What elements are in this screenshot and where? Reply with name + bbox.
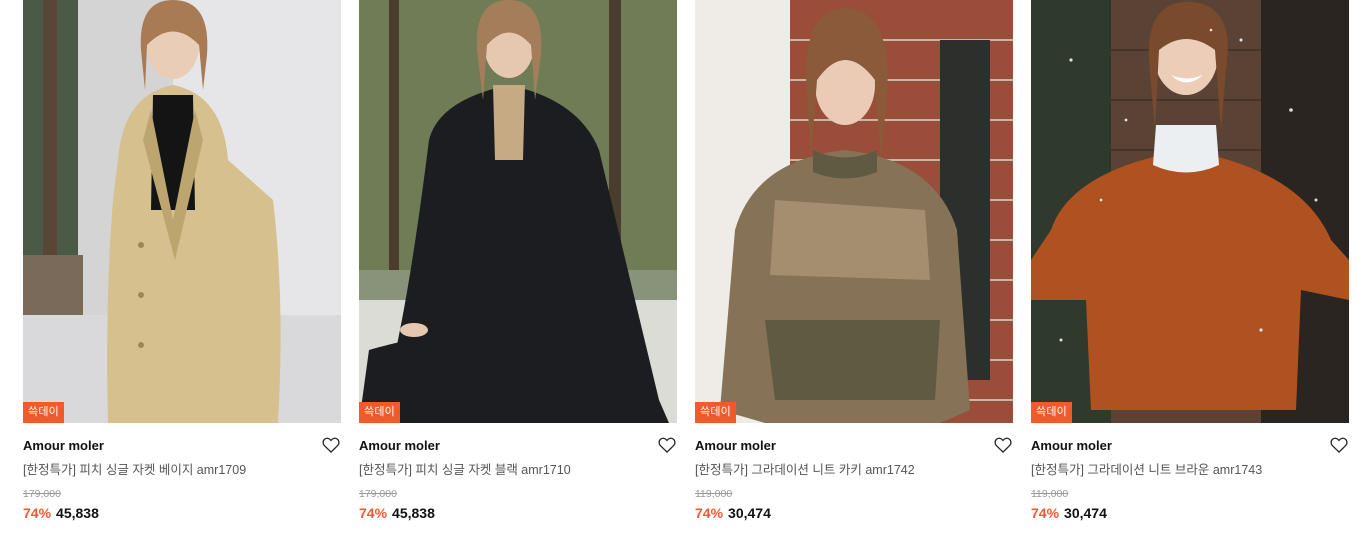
promo-badge: 쓱데이 bbox=[23, 402, 64, 423]
product-card[interactable]: 쓱데이 Amour moler [한정특가] 피치 싱글 자켓 블랙 amr17… bbox=[359, 0, 677, 533]
brand-name[interactable]: Amour moler bbox=[23, 438, 104, 453]
product-photo bbox=[1031, 0, 1349, 423]
promo-badge: 쓱데이 bbox=[695, 402, 736, 423]
brand-name[interactable]: Amour moler bbox=[359, 438, 440, 453]
product-image[interactable]: 쓱데이 bbox=[359, 0, 677, 423]
brand-row: Amour moler bbox=[23, 435, 341, 457]
discount-rate: 74% bbox=[359, 505, 388, 521]
product-grid: 쓱데이 Amour moler [한정특가] 피치 싱글 자켓 베이지 amr1… bbox=[0, 0, 1358, 533]
original-price: 179,000 bbox=[359, 488, 397, 500]
price-row: 74% 30,474 bbox=[1031, 505, 1349, 521]
discount-rate: 74% bbox=[1031, 505, 1060, 521]
product-photo bbox=[23, 0, 341, 423]
price-row: 74% 45,838 bbox=[359, 505, 677, 521]
product-image[interactable]: 쓱데이 bbox=[1031, 0, 1349, 423]
discount-rate: 74% bbox=[23, 505, 52, 521]
product-title[interactable]: [한정특가] 피치 싱글 자켓 블랙 amr1710 bbox=[359, 459, 677, 478]
discount-rate: 74% bbox=[695, 505, 724, 521]
product-title[interactable]: [한정특가] 그라데이션 니트 브라운 amr1743 bbox=[1031, 459, 1349, 478]
brand-name[interactable]: Amour moler bbox=[1031, 438, 1112, 453]
original-price: 179,000 bbox=[23, 488, 61, 500]
brand-row: Amour moler bbox=[695, 435, 1013, 457]
brand-row: Amour moler bbox=[359, 435, 677, 457]
product-photo bbox=[359, 0, 677, 423]
product-image[interactable]: 쓱데이 bbox=[23, 0, 341, 423]
sale-price: 45,838 bbox=[56, 505, 99, 521]
heart-outline-icon[interactable] bbox=[321, 435, 341, 455]
sale-price: 30,474 bbox=[1064, 505, 1107, 521]
product-title[interactable]: [한정특가] 그라데이션 니트 카키 amr1742 bbox=[695, 459, 1013, 478]
price-row: 74% 30,474 bbox=[695, 505, 1013, 521]
product-title[interactable]: [한정특가] 피치 싱글 자켓 베이지 amr1709 bbox=[23, 459, 341, 478]
product-image[interactable]: 쓱데이 bbox=[695, 0, 1013, 423]
promo-badge: 쓱데이 bbox=[359, 402, 400, 423]
product-card[interactable]: 쓱데이 Amour moler [한정특가] 그라데이션 니트 브라운 amr1… bbox=[1031, 0, 1349, 533]
original-price: 119,000 bbox=[1031, 488, 1069, 500]
heart-outline-icon[interactable] bbox=[1329, 435, 1349, 455]
heart-outline-icon[interactable] bbox=[993, 435, 1013, 455]
price-row: 74% 45,838 bbox=[23, 505, 341, 521]
product-card[interactable]: 쓱데이 Amour moler [한정특가] 피치 싱글 자켓 베이지 amr1… bbox=[23, 0, 341, 533]
promo-badge: 쓱데이 bbox=[1031, 402, 1072, 423]
brand-name[interactable]: Amour moler bbox=[695, 438, 776, 453]
heart-outline-icon[interactable] bbox=[657, 435, 677, 455]
product-card[interactable]: 쓱데이 Amour moler [한정특가] 그라데이션 니트 카키 amr17… bbox=[695, 0, 1013, 533]
product-photo bbox=[695, 0, 1013, 423]
original-price: 119,000 bbox=[695, 488, 733, 500]
sale-price: 45,838 bbox=[392, 505, 435, 521]
sale-price: 30,474 bbox=[728, 505, 771, 521]
brand-row: Amour moler bbox=[1031, 435, 1349, 457]
